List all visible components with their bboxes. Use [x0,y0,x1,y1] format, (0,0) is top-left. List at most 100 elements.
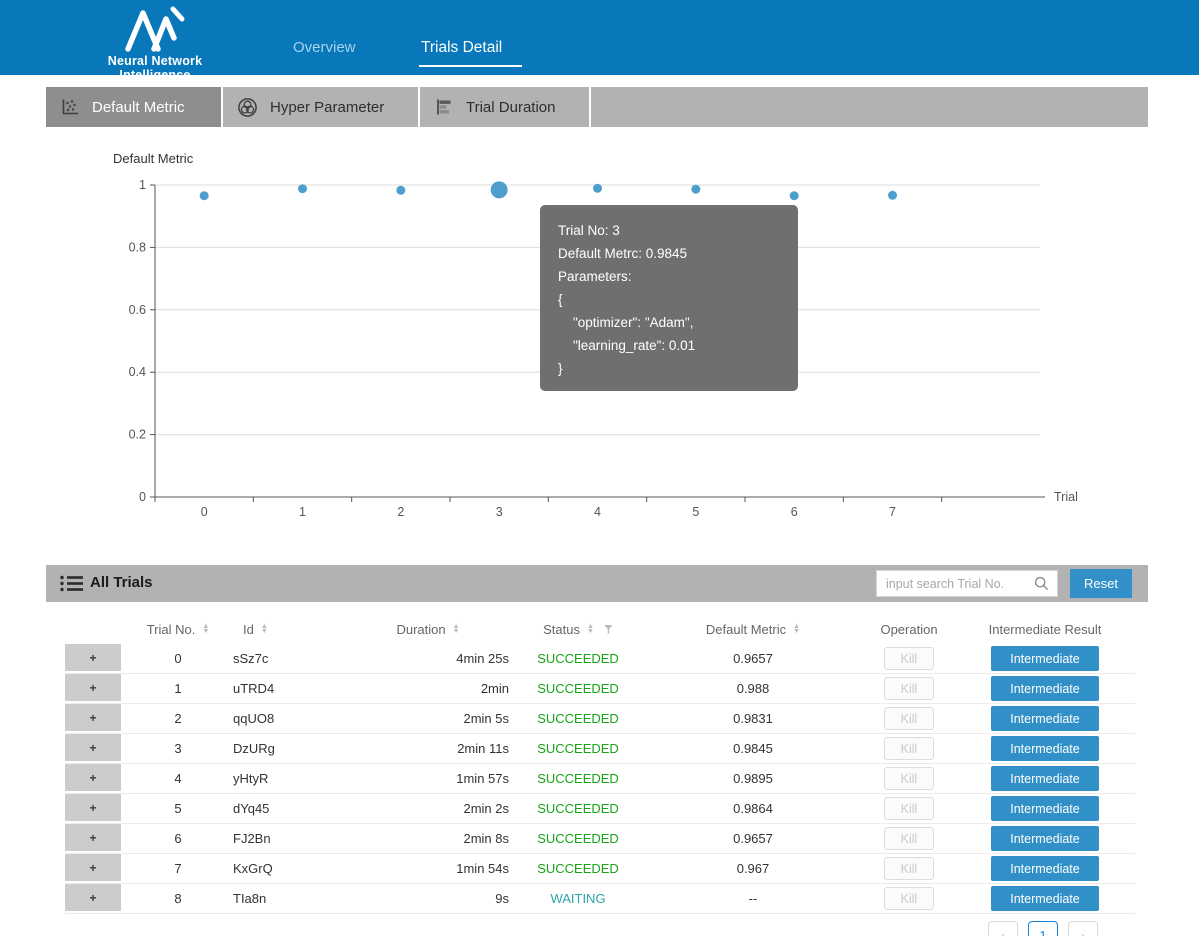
column-header-trial-no-[interactable]: Trial No.▲▼ [123,622,233,637]
intermediate-button[interactable]: Intermediate [991,706,1099,731]
tab-trial-duration[interactable]: Trial Duration [420,87,591,127]
expand-row-button[interactable]: + [65,674,123,703]
scatter-point-trial-1[interactable] [298,184,307,193]
pagination-page-1-button[interactable]: 1 [1028,921,1058,936]
status-badge: SUCCEEDED [513,711,643,726]
scatter-point-trial-4[interactable] [593,184,602,193]
pagination-prev-button[interactable]: ‹ [988,921,1018,936]
brand-label: Neural Network Intelligence [75,54,235,82]
svg-text:5: 5 [692,505,699,519]
sort-icon[interactable]: ▲▼ [261,624,268,634]
svg-text:0: 0 [201,505,208,519]
table-row-trial-1: +1uTRD42minSUCCEEDED0.988KillIntermediat… [65,674,1135,704]
expand-row-button[interactable]: + [65,854,123,883]
column-header-intermediate-result: Intermediate Result [955,622,1135,637]
expand-row-button[interactable]: + [65,644,123,673]
default-metric-cell: 0.9864 [643,801,863,816]
status-badge: SUCCEEDED [513,741,643,756]
tab-hyper-parameter[interactable]: Hyper Parameter [223,87,420,127]
kill-button[interactable]: Kill [884,887,934,910]
column-header-id[interactable]: Id ▲▼ [233,622,343,637]
svg-text:0.8: 0.8 [129,240,146,254]
expand-row-button[interactable]: + [65,764,123,793]
kill-button[interactable]: Kill [884,827,934,850]
intermediate-button[interactable]: Intermediate [991,646,1099,671]
table-row-trial-3: +3DzURg2min 11sSUCCEEDED0.9845KillInterm… [65,734,1135,764]
intermediate-button[interactable]: Intermediate [991,766,1099,791]
expand-row-button[interactable]: + [65,794,123,823]
column-header-status[interactable]: Status▲▼ [513,622,643,637]
intermediate-button[interactable]: Intermediate [991,826,1099,851]
nav-tab-overview[interactable]: Overview [293,39,356,56]
filter-icon[interactable] [604,625,613,634]
scatter-point-trial-7[interactable] [888,191,897,200]
trial-id-cell: uTRD4 [233,681,343,696]
all-trials-title: All Trials [90,574,153,591]
expand-row-button[interactable]: + [65,704,123,733]
svg-text:0.4: 0.4 [129,365,146,379]
scatter-point-trial-0[interactable] [200,191,209,200]
nav-tab-trials-detail[interactable]: Trials Detail [421,39,502,57]
duration-cell: 2min 2s [343,801,513,816]
expand-row-button[interactable]: + [65,734,123,763]
default-metric-cell: 0.9657 [643,831,863,846]
kill-button[interactable]: Kill [884,767,934,790]
kill-button[interactable]: Kill [884,647,934,670]
tab-label: Trial Duration [466,99,555,116]
kill-button[interactable]: Kill [884,797,934,820]
scatter-point-trial-3[interactable] [491,181,508,198]
default-metric-cell: -- [643,891,863,906]
intermediate-button[interactable]: Intermediate [991,886,1099,911]
column-header-duration[interactable]: Duration▲▼ [343,622,513,637]
operation-cell: Kill [863,887,955,910]
scatter-point-trial-6[interactable] [790,191,799,200]
expand-row-button[interactable]: + [65,824,123,853]
intermediate-button[interactable]: Intermediate [991,736,1099,761]
svg-text:4: 4 [594,505,601,519]
sort-icon[interactable]: ▲▼ [453,624,460,634]
intermediate-cell: Intermediate [955,826,1135,851]
scatter-point-trial-2[interactable] [396,186,405,195]
top-nav-bar: Neural Network Intelligence Overview Tri… [0,0,1199,75]
table-row-trial-5: +5dYq452min 2sSUCCEEDED0.9864KillInterme… [65,794,1135,824]
column-label: Operation [880,622,937,637]
table-row-trial-0: +0sSz7c4min 25sSUCCEEDED0.9657KillInterm… [65,644,1135,674]
status-badge: SUCCEEDED [513,681,643,696]
default-metric-cell: 0.9845 [643,741,863,756]
trial-no-cell: 2 [123,711,233,726]
all-trials-bar: All Trials Reset [46,565,1148,602]
metric-tabbar: Default MetricHyper Parameter Trial Durat… [46,87,1148,127]
status-badge: SUCCEEDED [513,831,643,846]
duration-bars-icon [434,97,454,117]
sort-icon[interactable]: ▲▼ [793,624,800,634]
intermediate-button[interactable]: Intermediate [991,856,1099,881]
kill-button[interactable]: Kill [884,707,934,730]
intermediate-button[interactable]: Intermediate [991,796,1099,821]
tab-default-metric[interactable]: Default Metric [46,87,223,127]
kill-button[interactable]: Kill [884,857,934,880]
pagination-next-button[interactable]: › [1068,921,1098,936]
kill-button[interactable]: Kill [884,677,934,700]
intermediate-cell: Intermediate [955,676,1135,701]
expand-row-button[interactable]: + [65,884,123,913]
kill-button[interactable]: Kill [884,737,934,760]
sort-icon[interactable]: ▲▼ [202,624,209,634]
list-icon [60,574,84,593]
search-icon[interactable] [1034,576,1049,591]
reset-button[interactable]: Reset [1070,569,1132,598]
default-metric-cell: 0.9831 [643,711,863,726]
trials-table-header: Trial No.▲▼Id▲▼Duration▲▼Status▲▼Default… [65,614,1135,644]
table-row-trial-7: +7KxGrQ1min 54sSUCCEEDED0.967KillInterme… [65,854,1135,884]
scatter-point-trial-5[interactable] [691,185,700,194]
intermediate-cell: Intermediate [955,886,1135,911]
sort-icon[interactable]: ▲▼ [587,624,594,634]
intermediate-cell: Intermediate [955,796,1135,821]
column-label: Id [243,622,254,637]
svg-text:Trial: Trial [1054,490,1078,504]
svg-text:3: 3 [496,505,503,519]
status-badge: SUCCEEDED [513,861,643,876]
svg-text:6: 6 [791,505,798,519]
search-trial-input[interactable] [876,570,1058,597]
column-header-default-metric[interactable]: Default Metric▲▼ [643,622,863,637]
intermediate-button[interactable]: Intermediate [991,676,1099,701]
